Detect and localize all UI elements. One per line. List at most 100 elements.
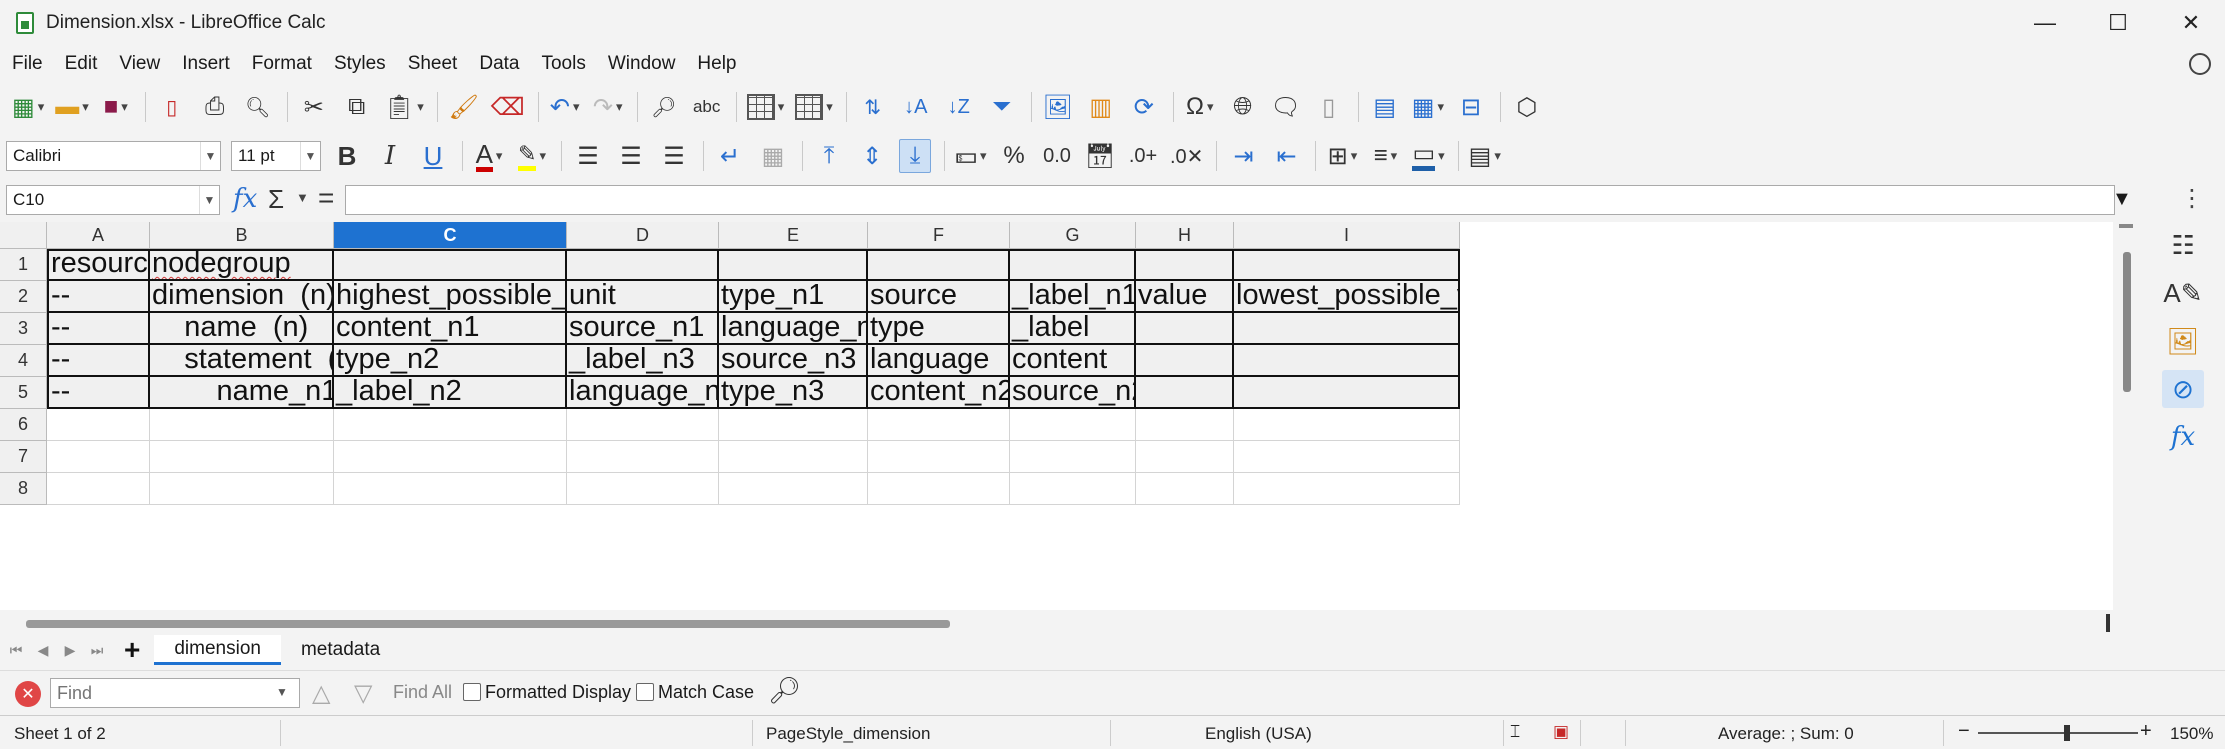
cell-g2[interactable]: _label_n1: [1010, 281, 1136, 313]
menu-tools[interactable]: Tools: [541, 53, 585, 75]
horizontal-scrollbar[interactable]: [0, 612, 2113, 632]
selection-mode-icon[interactable]: ⌶: [1510, 722, 1520, 742]
cell-a5[interactable]: --: [47, 377, 150, 409]
open-button[interactable]: ▬: [55, 90, 89, 124]
cell-i7[interactable]: [1234, 441, 1460, 473]
match-case-checkbox[interactable]: [636, 683, 654, 701]
cell-b3[interactable]: name (n): [150, 313, 334, 345]
cell-a8[interactable]: [47, 473, 150, 505]
cell-c7[interactable]: [334, 441, 567, 473]
column-header-d[interactable]: D: [567, 222, 719, 249]
cell-f1[interactable]: [868, 249, 1010, 281]
more-options-icon[interactable]: ⋮: [2180, 184, 2204, 213]
cell-g5[interactable]: source_n2: [1010, 377, 1136, 409]
percent-format-button[interactable]: %: [998, 139, 1030, 173]
cell-h3[interactable]: [1136, 313, 1234, 345]
column-button[interactable]: [795, 90, 833, 124]
cell-d4[interactable]: _label_n3: [567, 345, 719, 377]
font-size-box[interactable]: 11 pt ▼: [231, 141, 321, 171]
highlight-color-button[interactable]: ✎: [516, 139, 548, 173]
add-decimal-button[interactable]: .0+: [1127, 139, 1159, 173]
cell-c2[interactable]: highest_possible_value: [334, 281, 567, 313]
insert-image-button[interactable]: 🖼︎: [1042, 90, 1074, 124]
menu-sheet[interactable]: Sheet: [408, 53, 458, 75]
horizontal-scroll-thumb[interactable]: [26, 620, 950, 628]
menu-file[interactable]: File: [12, 53, 43, 75]
zoom-out-button[interactable]: −: [1958, 720, 1970, 743]
cell-h5[interactable]: [1136, 377, 1234, 409]
chevron-down-icon[interactable]: ▼: [200, 142, 220, 170]
cell-f2[interactable]: source: [868, 281, 1010, 313]
print-button[interactable]: ⎙: [199, 90, 231, 124]
globe-icon[interactable]: [2189, 53, 2211, 75]
row-button[interactable]: [746, 90, 785, 124]
vertical-scroll-thumb[interactable]: [2123, 252, 2131, 392]
menu-edit[interactable]: Edit: [65, 53, 98, 75]
add-sheet-button[interactable]: +: [124, 634, 140, 666]
align-left-button[interactable]: ☰: [572, 139, 604, 173]
date-format-button[interactable]: 📅︎: [1084, 139, 1116, 173]
chevron-down-icon[interactable]: ▼: [296, 190, 309, 205]
cell-e4[interactable]: source_n3: [719, 345, 868, 377]
vertical-scrollbar[interactable]: [2113, 222, 2140, 610]
find-next-icon[interactable]: ▽: [354, 679, 372, 708]
cell-e3[interactable]: language_n1: [719, 313, 868, 345]
sort-ascending-button[interactable]: ↓A: [900, 90, 932, 124]
select-all-corner[interactable]: [0, 222, 47, 249]
cell-b8[interactable]: [150, 473, 334, 505]
font-name-box[interactable]: Calibri ▼: [6, 141, 221, 171]
row-header-1[interactable]: 1: [0, 249, 47, 281]
function-wizard-button[interactable]: fx: [233, 184, 257, 214]
cell-h2[interactable]: value: [1136, 281, 1234, 313]
cell-e5[interactable]: type_n3: [719, 377, 868, 409]
menu-help[interactable]: Help: [697, 53, 736, 75]
column-header-f[interactable]: F: [868, 222, 1010, 249]
cell-c8[interactable]: [334, 473, 567, 505]
cell-c3[interactable]: content_n1: [334, 313, 567, 345]
last-sheet-icon[interactable]: ⏭: [86, 639, 108, 661]
cell-f4[interactable]: language: [868, 345, 1010, 377]
define-print-area-button[interactable]: ▤: [1369, 90, 1401, 124]
cell-d7[interactable]: [567, 441, 719, 473]
redo-button[interactable]: ↷: [592, 90, 624, 124]
gallery-icon[interactable]: 🖼︎: [2162, 322, 2204, 360]
cell-f3[interactable]: type: [868, 313, 1010, 345]
copy-button[interactable]: ⧉: [341, 90, 373, 124]
column-header-b[interactable]: B: [150, 222, 334, 249]
cut-button[interactable]: ✂: [298, 90, 330, 124]
wrap-text-button[interactable]: ↵: [714, 139, 746, 173]
cell-g8[interactable]: [1010, 473, 1136, 505]
spelling-button[interactable]: abc: [691, 90, 723, 124]
cell-a4[interactable]: --: [47, 345, 150, 377]
conditional-format-button[interactable]: ▤: [1469, 139, 1501, 173]
sheet-tab-dimension[interactable]: dimension: [154, 635, 281, 665]
cell-b4[interactable]: statement (n): [150, 345, 334, 377]
zoom-level[interactable]: 150%: [2170, 724, 2213, 744]
navigator-icon[interactable]: ⊘: [2162, 370, 2204, 408]
delete-decimal-button[interactable]: .0✕: [1170, 139, 1203, 173]
cell-c5[interactable]: _label_n2: [334, 377, 567, 409]
cell-g7[interactable]: [1010, 441, 1136, 473]
cell-d5[interactable]: language_n2: [567, 377, 719, 409]
cell-c4[interactable]: type_n2: [334, 345, 567, 377]
menu-insert[interactable]: Insert: [182, 53, 230, 75]
cell-c1[interactable]: [334, 249, 567, 281]
zoom-slider-handle[interactable]: [2064, 725, 2070, 741]
cell-h1[interactable]: [1136, 249, 1234, 281]
print-preview-button[interactable]: 🔍︎: [242, 90, 274, 124]
comment-button[interactable]: 🗨︎: [1270, 90, 1302, 124]
cell-f6[interactable]: [868, 409, 1010, 441]
show-draw-functions-button[interactable]: ⬡: [1511, 90, 1543, 124]
cell-d3[interactable]: source_n1: [567, 313, 719, 345]
autofilter-button[interactable]: ⏷: [986, 90, 1018, 124]
cell-a1[interactable]: resource_id: [47, 249, 150, 281]
cell-d6[interactable]: [567, 409, 719, 441]
column-header-c[interactable]: C: [334, 222, 567, 249]
zoom-in-button[interactable]: +: [2140, 720, 2152, 743]
row-header-4[interactable]: 4: [0, 345, 47, 377]
minimize-button[interactable]: —: [2012, 0, 2078, 45]
cell-e2[interactable]: type_n1: [719, 281, 868, 313]
cell-e1[interactable]: [719, 249, 868, 281]
align-right-button[interactable]: ☰: [658, 139, 690, 173]
row-header-3[interactable]: 3: [0, 313, 47, 345]
